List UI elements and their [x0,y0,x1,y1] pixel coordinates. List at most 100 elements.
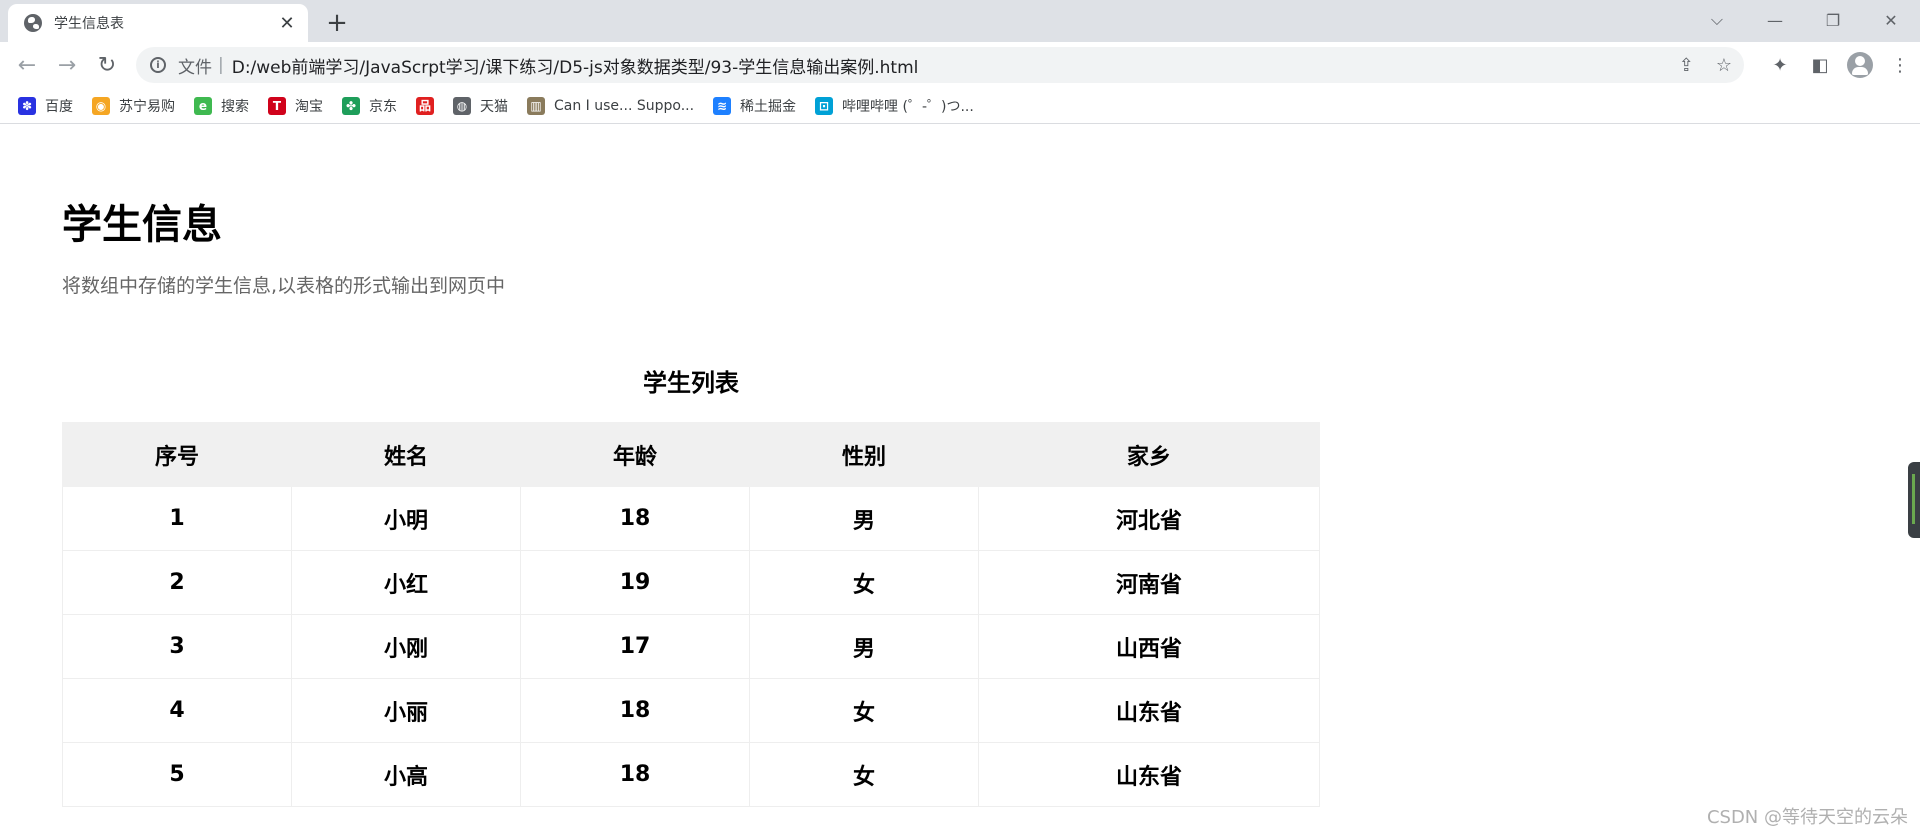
bookmark-label: 百度 [45,98,73,115]
bookmark-label: Can I use... Suppo... [554,97,695,114]
page-description: 将数组中存储的学生信息,以表格的形式输出到网页中 [62,275,506,297]
tab-search-icon[interactable]: ⌵ [1688,0,1746,40]
bookmark-item[interactable]: ◉ 苏宁易购 [92,92,184,120]
table-row: 2 小红 19 女河南省 [62,550,1320,615]
tab-strip: 学生信息表 ✕ + ⌵ — ❐ ✕ [0,0,1920,42]
address-separator: | [218,55,224,75]
bookmark-label: 哔哩哔哩 (゜-゜)つ... [842,98,974,115]
table-cell: 山西省 [978,614,1320,679]
bookmark-label: 苏宁易购 [119,98,175,115]
table-row: 4 小丽 18 女山东省 [62,678,1320,743]
share-icon[interactable]: ⇪ [1679,55,1694,76]
address-bar[interactable]: i 文件 | D:/web前端学习/JavaScrpt学习/课下练习/D5-js… [136,47,1744,83]
table-cell: 女 [749,550,979,615]
table-cell: 女 [749,678,979,743]
menu-icon[interactable]: ⋮ [1880,42,1920,88]
reload-button[interactable]: ↻ [92,50,122,80]
lion-icon: ◉ [92,96,110,115]
table-cell: 4 [62,678,292,743]
table-row: 1 小明 18 男河北省 [62,486,1320,551]
forward-button[interactable]: → [52,50,82,80]
close-icon[interactable]: ✕ [276,12,298,34]
globe-icon: ◍ [453,96,471,115]
table-cell: 18 [520,486,750,551]
bookmark-item[interactable]: ≋ 稀土掘金 [713,92,805,120]
bookmark-label: 搜索 [221,98,249,115]
table-cell: 女 [749,742,979,807]
bookmark-item[interactable]: ✽ 百度 [18,92,82,120]
student-table: 学生列表 序号 姓名 年龄 性别 家乡 1 小明 18 男河北省 2 小红 19 女河南省 3 小刚 17 男… [62,365,1320,807]
tab-active[interactable]: 学生信息表 ✕ [8,4,308,42]
avatar-icon [1847,52,1873,78]
minimize-button[interactable]: — [1746,0,1804,40]
browser-e-icon: e [194,96,212,115]
table-header-cell: 年龄 [520,422,750,487]
table-cell: 3 [62,614,292,679]
address-scheme: 文件 [178,57,212,78]
table-cell: 1 [62,486,292,551]
table-cell: 男 [749,614,979,679]
table-cell: 小明 [291,486,521,551]
bookmark-item[interactable]: T 淘宝 [268,92,332,120]
globe-icon [24,14,42,32]
table-header-row: 序号 姓名 年龄 性别 家乡 [62,422,1320,487]
restore-button[interactable]: ❐ [1804,0,1862,40]
address-url[interactable]: D:/web前端学习/JavaScrpt学习/课下练习/D5-js对象数据类型/… [232,53,919,78]
table-caption: 学生列表 [643,369,739,397]
table-cell: 18 [520,678,750,743]
tab-title: 学生信息表 [54,16,124,32]
side-extension-handle[interactable] [1908,462,1920,538]
table-cell: 5 [62,742,292,807]
info-icon[interactable]: i [150,57,166,73]
paw-icon: ✽ [18,96,36,115]
table-cell: 19 [520,550,750,615]
watermark: CSDN @等待天空的云朵 [1706,807,1908,828]
table-cell: 山东省 [978,678,1320,743]
new-tab-button[interactable]: + [322,8,352,38]
table-header-cell: 序号 [62,422,292,487]
bookmark-item[interactable]: ▥ Can I use... Suppo... [527,92,703,120]
juejin-icon: ≋ [713,96,732,115]
toolbar-actions: ✦ ◧ ⋮ [1760,42,1920,88]
table-cell: 山东省 [978,742,1320,807]
bookmark-item[interactable]: ✤ 京东 [342,92,406,120]
side-panel-icon[interactable]: ◧ [1800,42,1840,88]
table-cell: 小高 [291,742,521,807]
profile-button[interactable] [1840,42,1880,88]
table-header-cell: 姓名 [291,422,521,487]
bilibili-tv-icon: ⊡ [815,96,834,115]
table-cell: 17 [520,614,750,679]
grid-icon: 品 [416,96,434,115]
table-cell: 2 [62,550,292,615]
table-cell: 河北省 [978,486,1320,551]
table-header-cell: 家乡 [978,422,1320,487]
bookmark-label: 稀土掘金 [740,98,797,115]
extensions-icon[interactable]: ✦ [1760,42,1800,88]
table-cell: 男 [749,486,979,551]
table-cell: 18 [520,742,750,807]
page-title: 学生信息 [62,202,222,248]
star-icon[interactable]: ☆ [1716,55,1732,76]
browser-toolbar: ← → ↻ i 文件 | D:/web前端学习/JavaScrpt学习/课下练习… [0,42,1920,88]
table-cell: 小丽 [291,678,521,743]
bookmark-label: 天猫 [480,98,508,115]
table-cell: 河南省 [978,550,1320,615]
bookmark-item[interactable]: 品 [416,92,443,120]
close-window-button[interactable]: ✕ [1862,0,1920,40]
bookmark-item[interactable]: ⊡ 哔哩哔哩 (゜-゜)つ... [815,92,983,120]
bookmark-label: 淘宝 [295,98,323,115]
table-row: 3 小刚 17 男山西省 [62,614,1320,679]
table-cell: 小刚 [291,614,521,679]
bookmark-item[interactable]: ◍ 天猫 [453,92,517,120]
table-header-cell: 性别 [749,422,979,487]
back-button[interactable]: ← [12,50,42,80]
bookmarks-bar: ✽ 百度 ◉ 苏宁易购 e 搜索 T 淘宝 ✤ 京东 品 ◍ 天猫 ▥ Can I use... Suppo… [0,88,1920,124]
omnibox-actions: ⇪ ☆ [1679,47,1732,83]
bookmark-item[interactable]: e 搜索 [194,92,258,120]
taobao-t-icon: T [268,96,286,115]
table-row: 5 小高 18 女山东省 [62,742,1320,807]
bookmark-label: 京东 [369,98,397,115]
window-controls: ⌵ — ❐ ✕ [1688,0,1920,40]
puzzle-icon: ✤ [342,96,360,115]
caniuse-icon: ▥ [527,96,545,115]
